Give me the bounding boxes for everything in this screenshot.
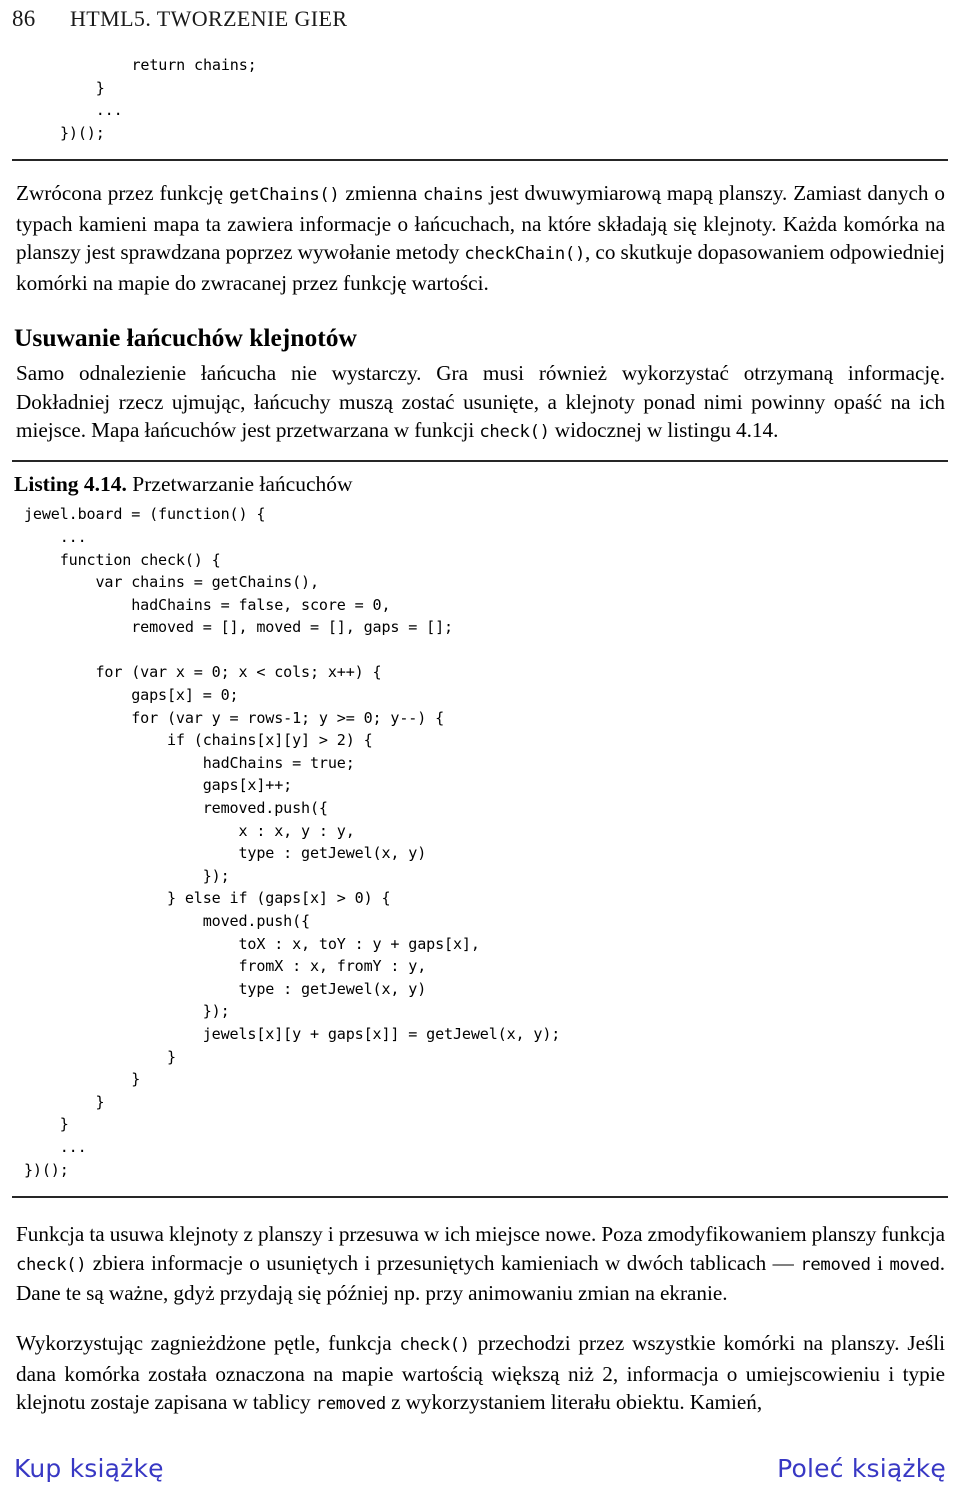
paragraph-text: Wykorzystując zagnieżdżone pętle, funkcj… xyxy=(16,1331,400,1356)
paragraph-text: zbiera informacje o usuniętych i przesun… xyxy=(86,1250,801,1275)
inline-code-check: check() xyxy=(16,1254,87,1275)
listing-label: Listing 4.14. xyxy=(14,472,127,497)
paragraph-function-summary: Funkcja ta usuwa klejnoty z planszy i pr… xyxy=(12,1220,948,1307)
paragraph-getchains: Zwrócona przez funkcję getChains() zmien… xyxy=(12,179,948,297)
divider-listing-top xyxy=(12,460,948,463)
running-header: 86 HTML5. TWORZENIE GIER xyxy=(12,0,948,40)
divider-top xyxy=(12,159,948,162)
paragraph-text: zmienna xyxy=(339,181,424,206)
listing-title: Przetwarzanie łańcuchów xyxy=(126,472,353,497)
page-root: 86 HTML5. TWORZENIE GIER return chains; … xyxy=(0,0,960,1497)
inline-code-check: check() xyxy=(399,1335,471,1356)
divider-listing-bottom xyxy=(12,1196,948,1199)
inline-code-removed: removed xyxy=(315,1394,387,1415)
section-heading: Usuwanie łańcuchów klejnotów xyxy=(14,323,357,353)
buy-book-link[interactable]: Kup książkę xyxy=(14,1454,164,1483)
paragraph-text: Funkcja ta usuwa klejnoty z planszy i pr… xyxy=(16,1222,945,1247)
inline-code-check: check() xyxy=(479,421,550,442)
paragraph-nested-loops: Wykorzystując zagnieżdżone pętle, funkcj… xyxy=(12,1329,948,1418)
page-footer: Kup książkę Poleć książkę xyxy=(0,1443,960,1483)
paragraph-text: Zwrócona przez funkcję xyxy=(16,181,229,206)
inline-code-chains: chains xyxy=(423,185,484,206)
paragraph-text: widocznej w listingu 4.14. xyxy=(549,417,779,442)
paragraph-text: z wykorzystaniem literału obiektu. Kamie… xyxy=(385,1390,763,1415)
inline-code-getchains: getChains() xyxy=(228,185,340,206)
recommend-book-link[interactable]: Poleć książkę xyxy=(777,1454,946,1483)
paragraph-text: i xyxy=(870,1250,890,1275)
inline-code-moved: moved xyxy=(889,1254,940,1275)
code-block-top: return chains; } ... })(); xyxy=(60,56,257,142)
inline-code-removed: removed xyxy=(800,1254,871,1275)
paragraph-removing-chains: Samo odnalezienie łańcucha nie wystarczy… xyxy=(12,359,948,446)
page-number: 86 xyxy=(12,6,36,31)
listing-caption: Listing 4.14. Przetwarzanie łańcuchów xyxy=(14,472,948,497)
inline-code-checkchain: checkChain() xyxy=(464,244,585,265)
code-block-listing: jewel.board = (function() { ... function… xyxy=(24,505,561,1179)
running-title: HTML5. TWORZENIE GIER xyxy=(70,6,348,31)
